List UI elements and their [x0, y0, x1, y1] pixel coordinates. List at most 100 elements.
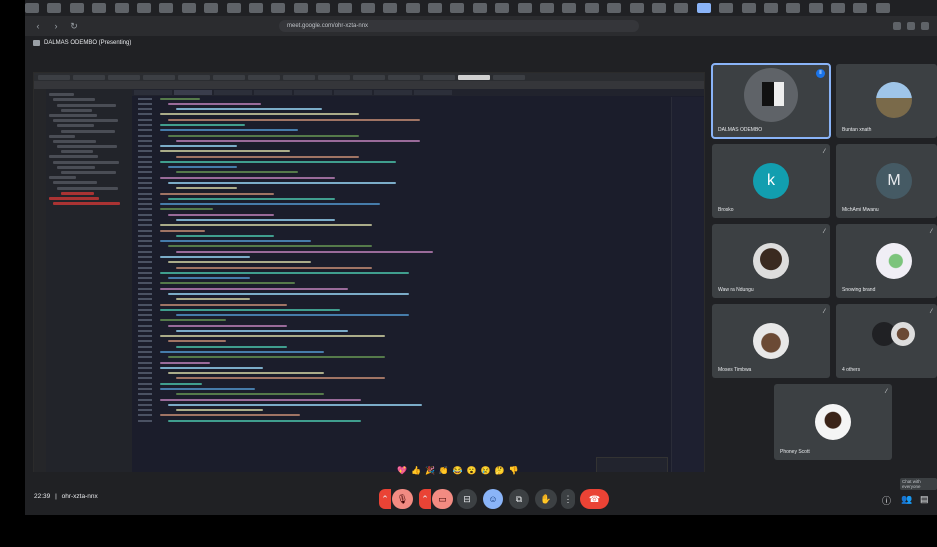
participant-name: 4 others [842, 367, 861, 373]
code-line [132, 255, 670, 258]
code-line [132, 182, 670, 185]
participant-tile[interactable]: Buntan xnath [836, 64, 937, 138]
browser-extensions [893, 22, 929, 30]
code-line [132, 229, 670, 232]
code-line [132, 250, 670, 253]
extension-icon[interactable] [907, 22, 915, 30]
participant-name: DALMAS ODEMBO [718, 127, 763, 133]
participant-tile[interactable]: ⦀ DALMAS ODEMBO [711, 63, 831, 139]
code-line [132, 102, 670, 105]
code-line [132, 345, 670, 348]
code-line [132, 118, 670, 121]
forward-icon[interactable]: › [51, 21, 61, 31]
reaction-thumbs-up[interactable]: 👍 [411, 466, 421, 475]
activity-bar [34, 89, 46, 485]
reaction-clap[interactable]: 👏 [439, 466, 449, 475]
info-icon[interactable]: ⓘ [882, 494, 891, 507]
chat-icon[interactable]: ▤ [920, 494, 929, 505]
mic-toggle-button[interactable]: 🎙 [392, 489, 413, 509]
explorer-item [53, 119, 118, 123]
explorer-item [53, 202, 120, 206]
people-icon[interactable]: 👥 [901, 494, 912, 505]
reaction-party[interactable]: 🎉 [425, 466, 435, 475]
explorer-item [61, 171, 116, 174]
profile-icon[interactable] [921, 22, 929, 30]
participant-tile[interactable]: ⁄ Phoney Scott [774, 384, 892, 460]
explorer-item [57, 103, 116, 107]
code-line [132, 393, 670, 396]
code-line [132, 150, 670, 153]
participant-name: Waw ra Ndungu [718, 287, 754, 293]
explorer-item [53, 160, 119, 164]
reaction-heart[interactable]: 💖 [397, 466, 407, 475]
code-line [132, 166, 670, 169]
shared-address-bar [34, 81, 704, 89]
leave-call-button[interactable]: ☎ [580, 489, 609, 509]
reaction-thinking[interactable]: 🤔 [495, 466, 505, 475]
code-line [132, 387, 670, 391]
back-icon[interactable]: ‹ [33, 21, 43, 31]
code-line [132, 287, 670, 290]
explorer-item [49, 155, 98, 159]
code-line [132, 108, 670, 111]
participant-tile[interactable]: M MichAmi Mwanu [836, 144, 937, 218]
code-line [132, 308, 670, 311]
code-line [132, 192, 670, 195]
participant-tile[interactable]: ⁄ Snowing brand [836, 224, 937, 298]
code-line [132, 266, 670, 269]
code-line [132, 298, 670, 301]
participant-tile[interactable]: ⁄ Moses Timbwa [712, 304, 830, 378]
raise-hand-button[interactable]: ✋ [535, 489, 557, 509]
reaction-laugh[interactable]: 😂 [453, 466, 463, 475]
separator: | [55, 493, 57, 500]
address-bar[interactable]: meet.google.com/ohr-xzta-nnx [279, 20, 639, 32]
reaction-surprised[interactable]: 😮 [467, 466, 477, 475]
participant-tile[interactable]: k ⁄ Brosko [712, 144, 830, 218]
reaction-thumbs-down[interactable]: 👎 [509, 466, 519, 475]
code-line [132, 197, 670, 200]
code-line [132, 123, 670, 126]
presenter-banner: DALMAS ODEMBO (Presenting) [33, 40, 131, 46]
extension-icon[interactable] [893, 22, 901, 30]
code-line [132, 319, 670, 322]
present-button[interactable]: ⧉ [509, 489, 529, 509]
code-line [132, 203, 670, 206]
reactions-button[interactable]: ☺ [483, 489, 503, 509]
explorer-item [57, 165, 95, 169]
present-screen-icon: ⧉ [515, 493, 523, 504]
chevron-up-icon: ⌃ [381, 493, 389, 504]
code-line [132, 314, 670, 317]
more-options-button[interactable]: ⋮ [561, 489, 575, 509]
code-line [132, 261, 670, 264]
code-line [132, 176, 670, 179]
participant-tile[interactable]: ⁄ Waw ra Ndungu [712, 224, 830, 298]
captions-button[interactable]: ⊟ [457, 489, 477, 509]
avatar [753, 323, 789, 359]
code-line [132, 372, 670, 375]
mic-options-button[interactable]: ⌃ [379, 489, 391, 509]
code-line [132, 356, 670, 359]
code-line [132, 224, 670, 227]
minimap [671, 97, 704, 475]
explorer-item [49, 134, 75, 138]
participant-name: Brosko [718, 207, 734, 213]
reload-icon[interactable]: ↻ [69, 21, 79, 32]
code-line [132, 329, 670, 332]
camera-toggle-button[interactable]: ▭ [432, 489, 453, 509]
explorer-item [57, 124, 94, 128]
explorer-item [61, 108, 92, 112]
code-line [132, 382, 670, 385]
explorer-item [53, 98, 95, 102]
code-line [132, 145, 670, 148]
camera-options-button[interactable]: ⌃ [419, 489, 431, 509]
code-line [132, 245, 670, 248]
participant-tile-group[interactable]: ⁄ 4 others [836, 304, 937, 378]
reaction-bar: 💖 👍 🎉 👏 😂 😮 😢 🤔 👎 [397, 466, 519, 475]
shared-browser-tabs [34, 73, 704, 81]
reaction-sad[interactable]: 😢 [481, 466, 491, 475]
avatar: M [876, 163, 912, 199]
mic-off-icon: 🎙 [396, 493, 409, 504]
mic-off-icon: ⁄ [823, 229, 825, 235]
browser-tab-strip[interactable] [25, 0, 937, 16]
avatar [876, 82, 912, 118]
